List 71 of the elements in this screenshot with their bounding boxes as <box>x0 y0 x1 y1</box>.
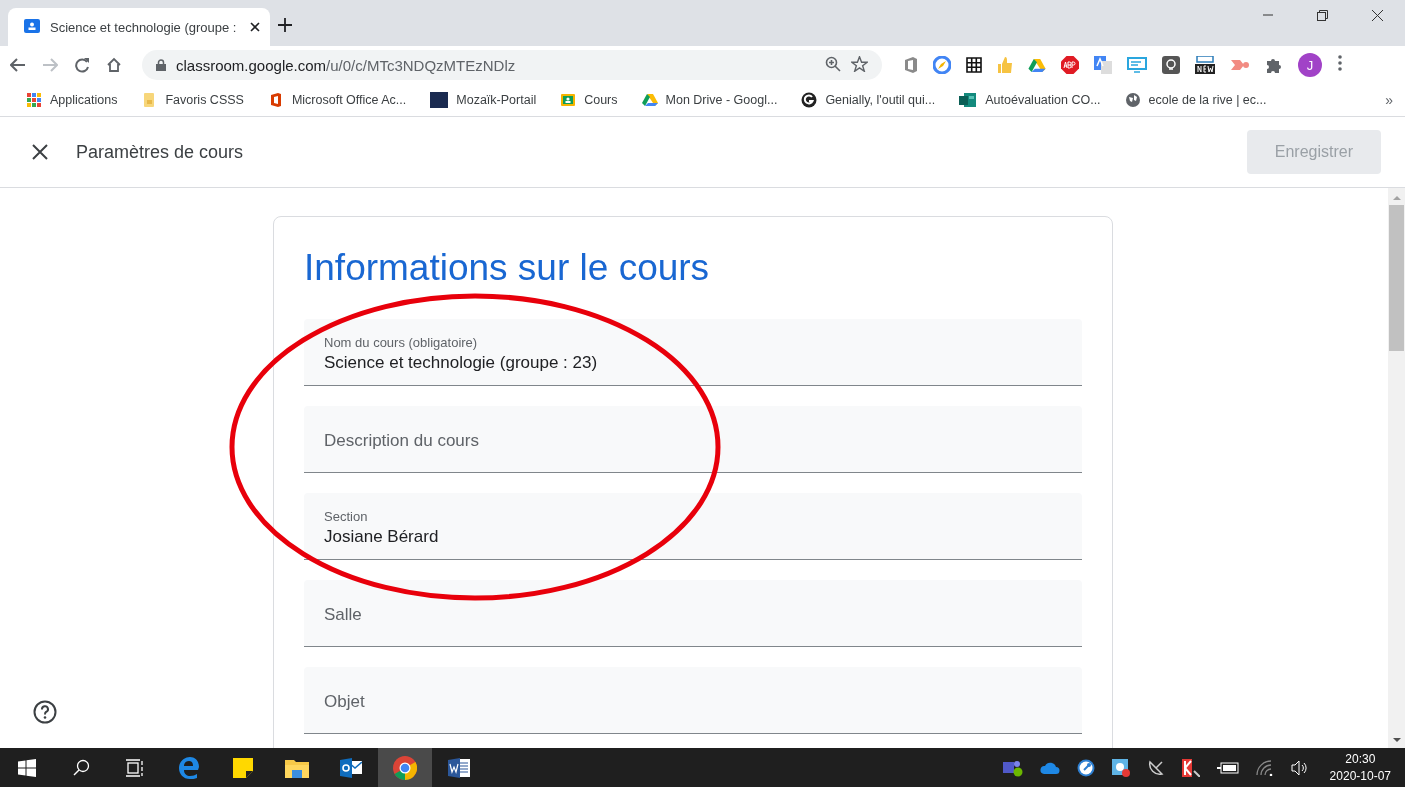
square-icon <box>430 92 449 108</box>
triangle-icon <box>641 93 658 107</box>
zoom-icon[interactable] <box>825 55 841 72</box>
outlook-icon[interactable] <box>340 757 362 778</box>
shield-icon[interactable] <box>1181 758 1200 777</box>
sticky-notes-icon[interactable] <box>233 757 253 778</box>
speaker-icon[interactable] <box>1290 759 1309 776</box>
bookmark-item[interactable]: Mozaïk-Portail <box>424 90 543 110</box>
text-field[interactable]: Nom du cours (obligatoire) Science et technologie (groupe : 23) <box>304 319 1082 386</box>
forms-icon <box>959 92 978 108</box>
teams-icon[interactable] <box>1002 758 1023 777</box>
news-icon[interactable] <box>1195 56 1215 74</box>
drive-extension-icon[interactable] <box>1028 57 1046 73</box>
bookmark-item[interactable]: Genially, l'outil qui... <box>795 90 942 110</box>
monitor-icon[interactable] <box>1127 57 1147 73</box>
scroll-down-icon[interactable] <box>1392 736 1401 744</box>
battery-icon[interactable] <box>1216 761 1239 774</box>
bookmark-item[interactable]: Favoris CSSS <box>135 90 250 110</box>
circle-icon <box>801 92 818 108</box>
home-icon[interactable] <box>106 57 122 73</box>
address-bar[interactable]: classroom.google.com/u/0/c/MTc3NDQzMTEzNDlz <box>142 50 882 80</box>
bookmark-item[interactable]: Microsoft Office Ac... <box>261 90 413 110</box>
bulb-icon[interactable] <box>1162 56 1180 74</box>
restore-icon[interactable] <box>1317 10 1328 21</box>
bookmark-item[interactable]: Cours <box>554 90 624 110</box>
thumbs-up-icon[interactable] <box>997 56 1013 74</box>
word-icon[interactable] <box>448 757 470 778</box>
page-title: Paramètres de cours <box>76 141 244 163</box>
wifi-icon[interactable] <box>1255 759 1274 776</box>
text-field[interactable]: Section Josiane Bérard <box>304 493 1082 560</box>
compass-extension-icon[interactable] <box>933 56 951 74</box>
clock-time[interactable]: 20:30 <box>1345 752 1376 766</box>
new-tab-icon[interactable] <box>278 18 292 32</box>
clock-date[interactable]: 2020-10-07 <box>1329 769 1391 783</box>
grid-icon <box>26 92 42 108</box>
lock-icon <box>156 58 166 71</box>
close-icon[interactable] <box>32 144 48 160</box>
profile-avatar[interactable]: J <box>1298 53 1322 77</box>
classroom-icon <box>24 17 40 34</box>
cloud-icon[interactable] <box>1039 761 1060 774</box>
text-field[interactable]: Objet <box>304 667 1082 734</box>
puzzle-icon[interactable] <box>1265 56 1282 74</box>
card-title: Informations sur le cours <box>304 247 711 289</box>
task-view-icon[interactable] <box>125 758 145 777</box>
windows-start-icon[interactable] <box>18 758 36 777</box>
help-icon[interactable] <box>33 700 57 724</box>
folder-icon[interactable] <box>285 757 309 778</box>
browser-tab[interactable]: Science et technologie (groupe : <box>8 8 270 46</box>
bookmark-item[interactable]: Applications <box>20 90 124 110</box>
office-extension-icon[interactable] <box>904 57 918 73</box>
grid-extension-icon[interactable] <box>966 57 982 73</box>
translate-icon[interactable] <box>1094 56 1112 74</box>
text-field[interactable]: Salle <box>304 580 1082 647</box>
reload-icon[interactable] <box>74 57 90 73</box>
edge-icon[interactable] <box>178 756 200 779</box>
classroom-icon <box>560 92 577 108</box>
adblock-icon[interactable] <box>1061 56 1079 74</box>
close-tab-icon[interactable] <box>250 21 260 32</box>
back-icon[interactable] <box>10 58 26 72</box>
scrollbar-thumb[interactable] <box>1389 205 1404 351</box>
menu-icon[interactable] <box>1338 55 1342 71</box>
bookmark-item[interactable]: Mon Drive - Googl... <box>635 91 784 109</box>
close-icon[interactable] <box>1372 10 1383 21</box>
bookmark-item[interactable]: ecole de la rive | ec... <box>1118 90 1273 110</box>
more-bookmarks-button[interactable]: » <box>1385 92 1393 108</box>
text-field[interactable]: Description du cours <box>304 406 1082 473</box>
search-icon[interactable] <box>72 759 90 776</box>
satellite-dish-icon[interactable] <box>1146 758 1165 777</box>
chrome-icon[interactable] <box>393 755 417 780</box>
bookmark-item[interactable]: Autoévaluation CO... <box>953 90 1107 110</box>
star-icon[interactable] <box>851 55 868 72</box>
